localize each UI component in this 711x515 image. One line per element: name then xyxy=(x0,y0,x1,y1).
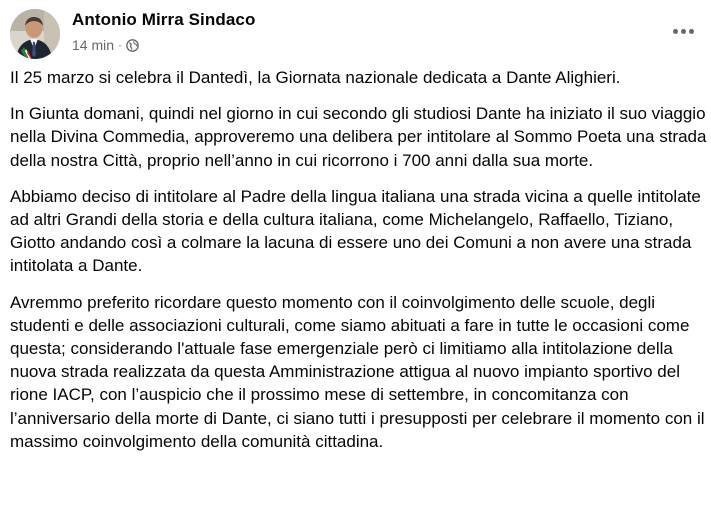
separator-dot: · xyxy=(118,38,123,52)
timestamp[interactable]: 14 min xyxy=(72,37,114,53)
post-body: Il 25 marzo si celebra il Dantedì, la Gi… xyxy=(10,66,710,466)
post-paragraph: In Giunta domani, quindi nel giorno in c… xyxy=(10,104,707,170)
post-header: Antonio Mirra Sindaco 14 min · xyxy=(10,9,711,61)
facebook-post: Antonio Mirra Sindaco 14 min · Il 25 mar… xyxy=(0,0,711,515)
post-paragraph: Abbiamo deciso di intitolare al Padre de… xyxy=(10,186,701,276)
more-options-icon[interactable] xyxy=(669,21,697,41)
post-paragraph: Avremmo preferito ricordare questo momen… xyxy=(10,292,705,451)
author-name[interactable]: Antonio Mirra Sindaco xyxy=(72,10,255,30)
profile-photo xyxy=(10,9,60,59)
avatar[interactable] xyxy=(10,9,60,59)
post-paragraph: Il 25 marzo si celebra il Dantedì, la Gi… xyxy=(10,68,621,87)
globe-icon[interactable] xyxy=(126,38,139,52)
post-meta: 14 min · xyxy=(72,37,139,53)
